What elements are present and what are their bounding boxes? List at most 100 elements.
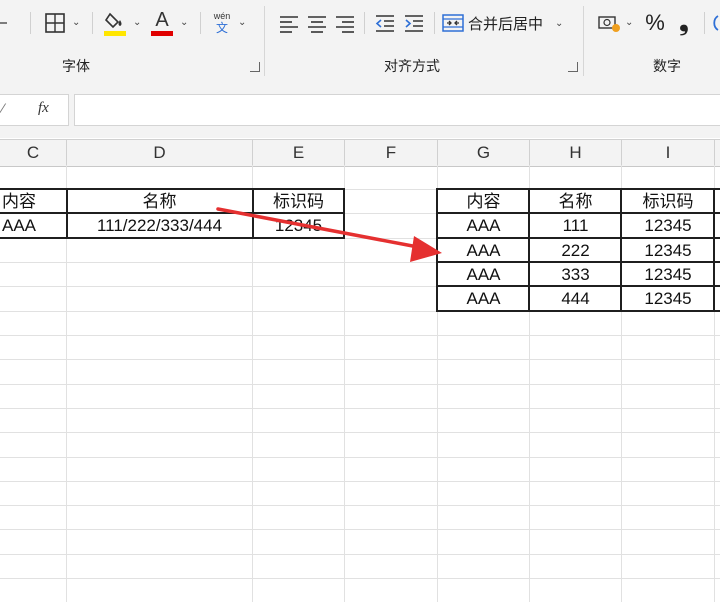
result-cell-id[interactable]: 12345	[622, 263, 714, 287]
cell-reference-partial[interactable]: ⁄	[2, 100, 4, 116]
align-center-icon	[308, 16, 326, 33]
align-center-button[interactable]	[304, 8, 330, 38]
result-cell-name[interactable]: 444	[530, 287, 621, 311]
partial-ribbon-icon[interactable]	[0, 8, 8, 38]
ribbon: ⌄ ⌄ A ⌄ wén 文 ⌄ 字体 合并后居中 ⌄ 对齐方式 ⌄ % ❟ 数字	[0, 0, 720, 81]
column-header-f[interactable]: F	[345, 140, 437, 166]
percent-symbol: %	[645, 10, 665, 35]
phonetic-guide-button[interactable]: wén 文	[208, 8, 236, 38]
source-table-border	[66, 188, 68, 239]
partial-ribbon-icon-right[interactable]	[710, 8, 720, 38]
source-cell-id[interactable]: 12345	[253, 214, 344, 238]
number-format-dropdown-caret[interactable]: ⌄	[625, 17, 633, 28]
font-dialog-launcher[interactable]	[250, 62, 260, 72]
result-table-border	[620, 188, 622, 312]
gridline	[0, 578, 720, 579]
paint-bucket-icon	[104, 12, 122, 29]
merge-center-label: 合并后居中	[468, 15, 544, 33]
alignment-group-label: 对齐方式	[384, 58, 440, 74]
result-table-border	[437, 261, 720, 263]
gridline	[0, 335, 720, 336]
font-color-button[interactable]: A	[148, 8, 176, 38]
decrease-indent-button[interactable]	[372, 8, 398, 38]
source-cell-name[interactable]: 111/222/333/444	[67, 214, 252, 238]
source-header-name[interactable]: 名称	[67, 190, 252, 214]
result-table-border	[437, 188, 720, 190]
font-color-dropdown-caret[interactable]: ⌄	[180, 17, 188, 28]
font-color-letter: A	[155, 9, 169, 31]
merge-center-button[interactable]: 合并后居中 ⌄	[442, 8, 572, 38]
align-left-button[interactable]	[276, 8, 302, 38]
align-right-button[interactable]	[332, 8, 358, 38]
gridline	[0, 359, 720, 360]
column-headers: C D E F G H I	[0, 139, 720, 167]
fill-color-dropdown-caret[interactable]: ⌄	[133, 17, 141, 28]
worksheet-grid[interactable]: 内容 名称 标识码 AAA 111/222/333/444 12345 内容 名…	[0, 165, 720, 602]
increase-indent-button[interactable]	[401, 8, 427, 38]
result-cell-id[interactable]: 12345	[622, 287, 714, 311]
result-cell-content[interactable]: AAA	[438, 214, 529, 238]
borders-dropdown-caret[interactable]: ⌄	[72, 17, 80, 28]
gridline	[0, 432, 720, 433]
result-cell-id[interactable]: 12345	[622, 214, 714, 238]
source-header-id[interactable]: 标识码	[253, 190, 344, 214]
source-table-border	[343, 188, 345, 239]
result-table-border	[437, 310, 720, 312]
phonetic-char: 文	[215, 21, 228, 35]
source-table-border	[0, 188, 345, 190]
column-divider	[714, 140, 715, 166]
gridline	[0, 481, 720, 482]
column-header-h[interactable]: H	[530, 140, 621, 166]
column-header-i[interactable]: I	[622, 140, 714, 166]
separator	[434, 12, 435, 34]
result-cell-name[interactable]: 111	[530, 214, 621, 238]
column-header-e[interactable]: E	[253, 140, 344, 166]
result-table-border	[437, 237, 720, 239]
result-cell-id[interactable]: 12345	[622, 239, 714, 263]
phonetic-pinyin: wén	[213, 11, 231, 21]
result-table-border	[528, 188, 530, 312]
increase-indent-icon	[405, 15, 423, 32]
formula-input[interactable]	[74, 94, 720, 126]
result-header-content[interactable]: 内容	[438, 190, 529, 214]
fill-color-button[interactable]	[101, 8, 129, 38]
number-group-label: 数字	[653, 58, 681, 74]
borders-button[interactable]	[42, 8, 68, 38]
gridline	[0, 554, 720, 555]
separator	[364, 12, 365, 34]
result-cell-content[interactable]: AAA	[438, 287, 529, 311]
result-cell-name[interactable]: 222	[530, 239, 621, 263]
comma-symbol: ❟	[679, 9, 689, 36]
align-left-icon	[280, 16, 298, 33]
result-table-border	[436, 188, 438, 312]
gridline	[0, 505, 720, 506]
result-header-name[interactable]: 名称	[530, 190, 621, 214]
separator	[92, 12, 93, 34]
alignment-dialog-launcher[interactable]	[568, 62, 578, 72]
column-header-c[interactable]: C	[0, 140, 66, 166]
merge-center-icon	[442, 14, 464, 32]
percent-style-button[interactable]: %	[643, 8, 667, 38]
gridline	[0, 457, 720, 458]
column-header-g[interactable]: G	[438, 140, 529, 166]
column-header-d[interactable]: D	[67, 140, 252, 166]
font-group-label: 字体	[62, 58, 90, 74]
comma-style-button[interactable]: ❟	[674, 8, 694, 38]
result-header-id[interactable]: 标识码	[622, 190, 714, 214]
source-cell-content[interactable]: AAA	[0, 214, 68, 238]
merge-center-dropdown-caret[interactable]: ⌄	[555, 18, 563, 29]
name-box-and-fx: ⁄ fx	[0, 94, 69, 126]
font-color-swatch	[151, 31, 173, 36]
source-table-border	[0, 237, 345, 239]
result-cell-content[interactable]: AAA	[438, 263, 529, 287]
result-cell-content[interactable]: AAA	[438, 239, 529, 263]
source-header-content[interactable]: 内容	[0, 190, 68, 214]
number-format-button[interactable]	[596, 8, 622, 38]
fill-color-swatch	[104, 31, 126, 36]
gridline	[0, 384, 720, 385]
insert-function-button[interactable]: fx	[38, 100, 49, 117]
align-right-icon	[336, 16, 354, 33]
result-cell-name[interactable]: 333	[530, 263, 621, 287]
phonetic-dropdown-caret[interactable]: ⌄	[238, 17, 246, 28]
gridline	[0, 529, 720, 530]
